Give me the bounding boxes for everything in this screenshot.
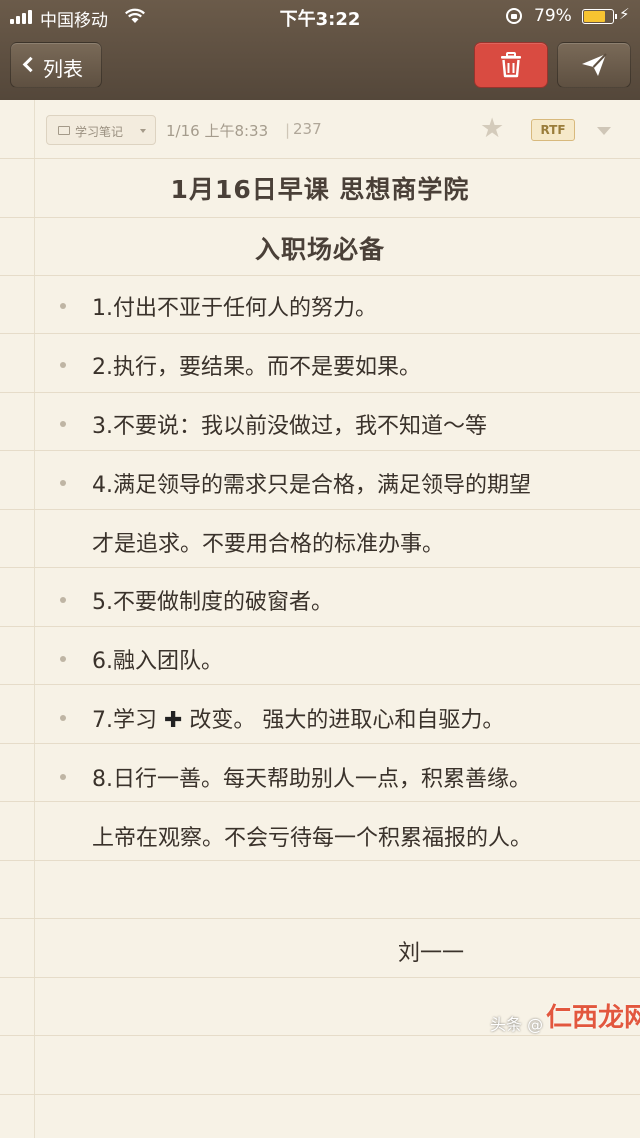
list-item-text: 4.满足领导的需求只是合格，满足领导的期望	[92, 473, 531, 498]
list-item-text-part: 改变。 强大的进取心和自驱力。	[182, 708, 505, 733]
bullet-icon	[60, 597, 66, 603]
ruled-line	[0, 217, 640, 218]
list-item-text: 8.日行一善。每天帮助别人一点，积累善缘。	[92, 767, 531, 792]
ruled-line	[0, 743, 640, 744]
ruled-line	[0, 626, 640, 627]
dropdown-arrow-icon	[140, 129, 146, 133]
folder-icon	[58, 126, 70, 135]
list-item-text: 6.融入团队。	[92, 649, 223, 674]
list-item-text-continued: 才是追求。不要用合格的标准办事。	[92, 532, 445, 557]
bullet-icon	[60, 656, 66, 662]
trash-icon	[501, 52, 521, 78]
ruled-line	[0, 1094, 640, 1095]
list-item-text: 7.学习 ✚ 改变。 强大的进取心和自驱力。	[92, 702, 504, 734]
notebook-name: 学习笔记	[75, 125, 124, 139]
back-button-label: 列表	[43, 57, 83, 81]
ruled-line	[0, 860, 640, 861]
meta-separator: |	[285, 121, 291, 139]
bullet-icon	[60, 715, 66, 721]
top-bar: 中国移动 下午3:22 79% ⚡ 列表	[0, 0, 640, 100]
ruled-line	[0, 801, 640, 802]
ruled-line	[0, 684, 640, 685]
bullet-icon	[60, 421, 66, 427]
ruled-line	[0, 918, 640, 919]
status-bar: 中国移动 下午3:22 79% ⚡	[0, 0, 640, 32]
back-to-list-button[interactable]: 列表	[10, 42, 102, 88]
ruled-line	[0, 450, 640, 451]
more-options-caret-icon[interactable]	[597, 127, 611, 135]
list-item-text: 5.不要做制度的破窗者。	[92, 590, 333, 615]
orientation-lock-icon	[506, 8, 522, 24]
note-subtitle: 入职场必备	[254, 235, 385, 264]
bullet-icon	[60, 774, 66, 780]
list-item-text: 3.不要说：我以前没做过，我不知道～等	[92, 414, 487, 439]
list-item-text-continued: 上帝在观察。不会亏待每一个积累福报的人。	[92, 826, 533, 851]
note-paper: 学习笔记 1/16 上午8:33 | 237 ★ RTF 1月16日早课 思想商…	[0, 100, 640, 1138]
chevron-left-icon	[22, 56, 39, 73]
list-item-text: 1.付出不亚于任何人的努力。	[92, 296, 377, 321]
signature: 刘一一	[398, 941, 465, 966]
note-date: 1/16 上午8:33	[166, 122, 269, 140]
ruled-line	[0, 158, 640, 159]
watermark-logo: 仁西龙网	[546, 1003, 640, 1033]
note-title: 1月16日早课 思想商学院	[170, 175, 470, 204]
battery-icon	[582, 9, 617, 24]
battery-percent: 79%	[534, 6, 572, 26]
note-meta-bar: 学习笔记 1/16 上午8:33 | 237 ★ RTF	[0, 114, 640, 146]
send-note-button[interactable]	[557, 42, 631, 88]
list-item-text: 2.执行，要结果。而不是要如果。	[92, 355, 421, 380]
star-icon[interactable]: ★	[480, 114, 504, 144]
ruled-line	[0, 392, 640, 393]
charging-bolt-icon: ⚡	[619, 5, 630, 23]
ruled-line	[0, 977, 640, 978]
ruled-line	[0, 275, 640, 276]
list-item-text-part: 7.学习	[92, 708, 164, 733]
format-badge[interactable]: RTF	[531, 119, 575, 141]
word-count: 237	[293, 120, 322, 138]
ruled-line	[0, 567, 640, 568]
delete-note-button[interactable]	[474, 42, 548, 88]
bullet-icon	[60, 480, 66, 486]
send-icon	[582, 53, 607, 76]
watermark: 头条 @ 仁西龙网	[490, 1003, 640, 1038]
bullet-icon	[60, 303, 66, 309]
watermark-text: 头条 @	[490, 1015, 544, 1034]
plus-icon: ✚	[163, 708, 183, 733]
bullet-icon	[60, 362, 66, 368]
notebook-selector[interactable]: 学习笔记	[46, 115, 156, 145]
ruled-line	[0, 509, 640, 510]
ruled-line	[0, 333, 640, 334]
